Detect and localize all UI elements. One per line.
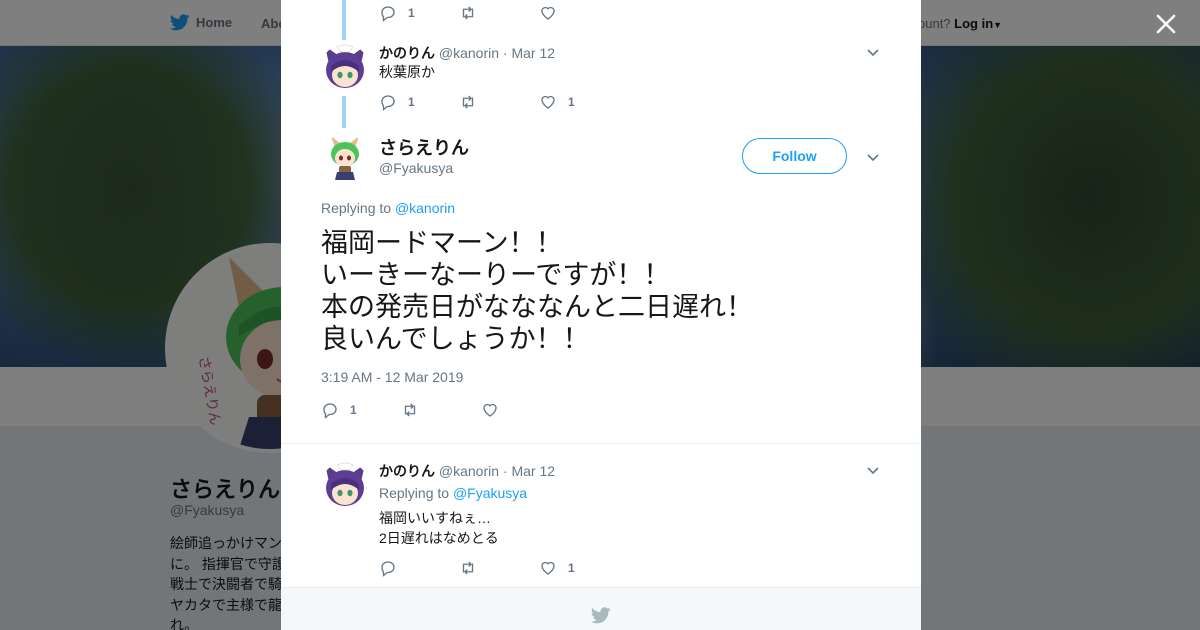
tweet-date[interactable]: Mar 12 bbox=[511, 45, 555, 61]
heart-icon bbox=[541, 95, 555, 109]
tweet-date[interactable]: Mar 12 bbox=[511, 463, 555, 479]
tweet-text: 秋葉原か bbox=[379, 64, 435, 80]
like-count: 1 bbox=[568, 561, 575, 575]
tweet-header: かのりん @kanorin · Mar 12 bbox=[379, 43, 555, 63]
chevron-down-icon[interactable] bbox=[865, 462, 881, 478]
reply-icon bbox=[381, 95, 395, 111]
separator-dot: · bbox=[502, 45, 508, 61]
replying-prefix: Replying to bbox=[379, 485, 450, 501]
user-name[interactable]: かのりん bbox=[379, 45, 435, 61]
reply-action[interactable]: 1 bbox=[379, 93, 459, 111]
tweet-modal: 1 かのりん @kanorin · Mar 12 秋葉原か 1 1 さらえりん … bbox=[281, 0, 921, 630]
like-count: 1 bbox=[568, 95, 575, 109]
reply-action[interactable]: 1 bbox=[379, 4, 459, 22]
retweet-action[interactable] bbox=[401, 401, 481, 419]
like-action[interactable] bbox=[539, 4, 619, 22]
tweet-kanorin-1[interactable]: かのりん @kanorin · Mar 12 秋葉原か 1 1 bbox=[321, 40, 881, 120]
avatar[interactable] bbox=[321, 462, 369, 510]
main-user-handle[interactable]: @Fyakusya bbox=[379, 160, 453, 176]
previous-tweet: 1 bbox=[321, 0, 881, 30]
main-user-name[interactable]: さらえりん bbox=[379, 134, 469, 160]
replying-prefix: Replying to bbox=[321, 200, 392, 216]
tweet-actions: 1 bbox=[321, 400, 561, 420]
heart-icon bbox=[541, 561, 555, 575]
retweet-icon bbox=[404, 403, 416, 417]
twitter-bird-icon bbox=[591, 607, 611, 624]
user-handle[interactable]: @kanorin bbox=[439, 463, 499, 479]
modal-footer bbox=[281, 587, 921, 630]
user-name[interactable]: かのりん bbox=[379, 463, 435, 479]
tweet-kanorin-2[interactable]: かのりん @kanorin · Mar 12 Replying to @Fyak… bbox=[321, 458, 881, 583]
reply-action[interactable] bbox=[379, 559, 459, 577]
reply-icon bbox=[323, 403, 337, 419]
main-tweet-text: 福岡ードマーン！！ いーきーなーりーですが！！ 本の発売日がなななんと二日遅れ！… bbox=[321, 228, 753, 354]
like-action[interactable]: 1 bbox=[539, 93, 619, 111]
retweet-icon bbox=[462, 95, 474, 109]
retweet-icon bbox=[462, 561, 474, 575]
close-icon[interactable] bbox=[1154, 12, 1178, 36]
user-handle[interactable]: @kanorin bbox=[439, 45, 499, 61]
avatar[interactable] bbox=[321, 134, 369, 182]
separator-dot: · bbox=[502, 463, 508, 479]
retweet-action[interactable] bbox=[459, 559, 539, 577]
tweet-actions: 1 bbox=[379, 558, 619, 578]
chevron-down-icon[interactable] bbox=[865, 149, 881, 165]
tweet-timestamp[interactable]: 3:19 AM - 12 Mar 2019 bbox=[321, 369, 463, 385]
like-action[interactable] bbox=[481, 401, 561, 419]
heart-icon bbox=[541, 6, 555, 20]
retweet-action[interactable] bbox=[459, 93, 539, 111]
tweet-actions: 1 1 bbox=[379, 92, 619, 112]
reply-count: 1 bbox=[350, 403, 357, 417]
follow-button[interactable]: Follow bbox=[742, 138, 847, 174]
reply-action[interactable]: 1 bbox=[321, 401, 401, 419]
divider bbox=[281, 443, 921, 444]
tweet-header: かのりん @kanorin · Mar 12 bbox=[379, 461, 555, 481]
like-action[interactable]: 1 bbox=[539, 559, 619, 577]
replying-to-link[interactable]: @Fyakusya bbox=[453, 485, 527, 501]
replying-to: Replying to @Fyakusya bbox=[379, 485, 527, 501]
reply-icon bbox=[381, 561, 395, 577]
chevron-down-icon[interactable] bbox=[865, 44, 881, 60]
retweet-icon bbox=[462, 6, 474, 20]
avatar[interactable] bbox=[321, 44, 369, 92]
reply-count: 1 bbox=[408, 6, 415, 20]
reply-icon bbox=[381, 6, 395, 22]
replying-to: Replying to @kanorin bbox=[321, 200, 455, 216]
tweet-text: 福岡いいすねぇ… 2日遅れはなめとる bbox=[379, 510, 499, 546]
tweet-actions: 1 bbox=[379, 3, 619, 23]
retweet-action[interactable] bbox=[459, 4, 539, 22]
heart-icon bbox=[483, 403, 497, 417]
replying-to-link[interactable]: @kanorin bbox=[395, 200, 455, 216]
reply-count: 1 bbox=[408, 95, 415, 109]
